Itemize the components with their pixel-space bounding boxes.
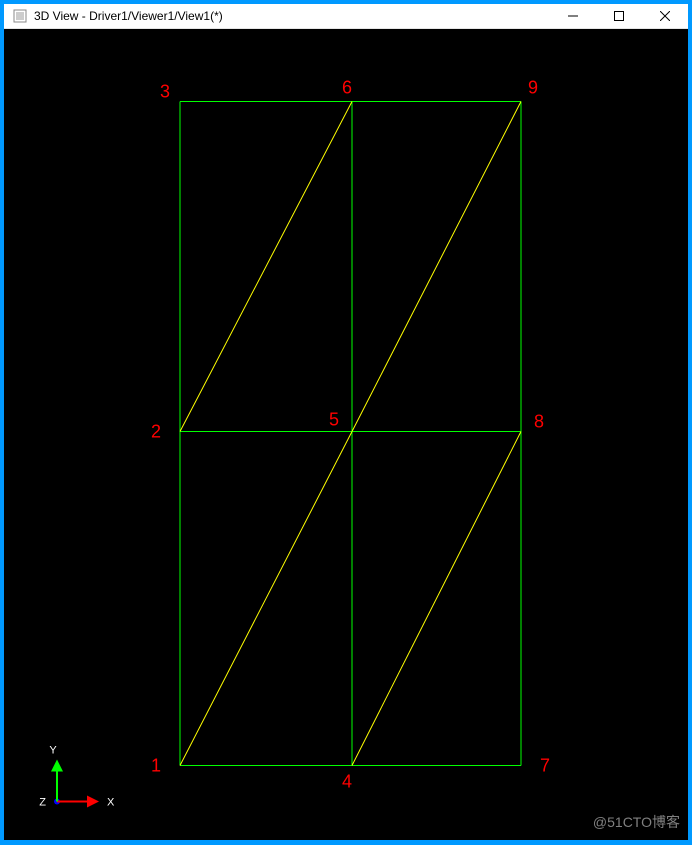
vertex-6-label: 6 xyxy=(342,78,352,98)
close-button[interactable] xyxy=(642,4,688,28)
vertex-8-label: 8 xyxy=(534,412,544,432)
watermark: @51CTO博客 xyxy=(593,812,680,832)
window-controls xyxy=(550,4,688,28)
axis-x-label: X xyxy=(107,797,115,809)
vertex-1-label: 1 xyxy=(151,756,161,776)
vertex-5-label: 5 xyxy=(329,410,339,430)
vertex-4-label: 4 xyxy=(342,772,352,792)
axis-y-label: Y xyxy=(49,745,57,757)
axis-z-label: Z xyxy=(39,797,46,809)
titlebar[interactable]: 3D View - Driver1/Viewer1/View1(*) xyxy=(4,4,688,29)
vertex-9-label: 9 xyxy=(528,78,538,98)
axes-gizmo: X Y Z xyxy=(39,745,115,809)
titlebar-title: 3D View - Driver1/Viewer1/View1(*) xyxy=(34,9,550,23)
vertex-7-label: 7 xyxy=(540,756,550,776)
3d-viewport[interactable]: 1 2 3 4 5 6 7 8 9 xyxy=(4,29,688,840)
maximize-button[interactable] xyxy=(596,4,642,28)
vertex-2-label: 2 xyxy=(151,422,161,442)
app-icon xyxy=(12,8,28,24)
app-window: 3D View - Driver1/Viewer1/View1(*) xyxy=(4,4,688,840)
vertex-3-label: 3 xyxy=(160,82,170,102)
minimize-button[interactable] xyxy=(550,4,596,28)
mesh-diagonals xyxy=(180,102,521,766)
